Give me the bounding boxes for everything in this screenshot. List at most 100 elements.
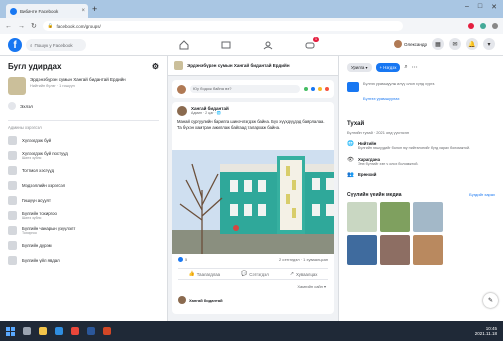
watch-nav-tab[interactable]: [217, 38, 235, 52]
search-icon[interactable]: [23, 327, 31, 335]
media-thumbnail[interactable]: [380, 235, 410, 265]
photo-icon[interactable]: [304, 87, 308, 91]
home-nav-tab[interactable]: [175, 38, 193, 52]
facebook-search-input[interactable]: ⌕ Пошук у Facebook: [26, 39, 86, 51]
like-button[interactable]: 👍 Таалагдлаа: [189, 271, 221, 277]
composer-actions: [304, 87, 329, 91]
public-description: Бүлгийн гишүүдийг болон юу нийтэлснийг б…: [358, 146, 471, 150]
media-thumbnail[interactable]: [347, 235, 377, 265]
search-icon[interactable]: ⌕: [404, 64, 407, 71]
question-icon: [8, 196, 17, 205]
chrome-browser-icon[interactable]: [71, 327, 79, 335]
join-button[interactable]: + Нэгдэх: [375, 62, 401, 72]
media-thumbnail[interactable]: [380, 202, 410, 232]
sidebar-item-label: Хүлээгдэж буй: [22, 138, 52, 143]
settings-gear-icon[interactable]: ⚙: [152, 62, 159, 71]
facebook-favicon-icon: [10, 7, 17, 15]
avatar: [177, 84, 186, 94]
sidebar-item[interactable]: Бүлгийн үйл явдал: [8, 256, 159, 265]
menu-grid-button[interactable]: ▦: [432, 38, 444, 50]
new-tab-button[interactable]: +: [92, 5, 97, 14]
sidebar-title: Бугл удирдах: [8, 62, 62, 71]
edge-browser-icon[interactable]: [55, 327, 63, 335]
post-composer[interactable]: Юу бодож байна вэ?: [172, 80, 334, 98]
minimize-button[interactable]: –: [465, 3, 469, 11]
eye-icon: 👁: [347, 156, 354, 163]
windows-start-icon[interactable]: [6, 326, 15, 336]
maximize-button[interactable]: □: [478, 3, 482, 11]
commenter-name[interactable]: Хангай бидантай: [189, 298, 223, 303]
account-menu-button[interactable]: ▾: [483, 38, 495, 50]
share-button[interactable]: ↗ Хуваалцах: [290, 271, 318, 277]
tab-close-icon[interactable]: ×: [81, 8, 85, 14]
media-thumbnail[interactable]: [413, 202, 443, 232]
close-window-button[interactable]: ✕: [491, 3, 497, 11]
comment-button[interactable]: 💬 Сэтгэгдэл: [241, 271, 269, 277]
media-thumbnail[interactable]: [347, 202, 377, 232]
sidebar-item[interactable]: Гишүүн асуулт: [8, 196, 159, 205]
post-photo[interactable]: [172, 150, 334, 254]
gaming-nav-tab[interactable]: 1: [301, 37, 319, 52]
sidebar-item[interactable]: Мэдээллийн хэрэгсэл: [8, 181, 159, 190]
video-icon: [221, 41, 231, 49]
sidebar-item-home[interactable]: Эхлэл: [8, 102, 159, 110]
sidebar-item-label: Бүлгийн үйл явдал: [22, 258, 60, 263]
sidebar-item[interactable]: Бүлгийн тохиргоо Шинэ зүйлс: [8, 211, 159, 220]
menu-icon[interactable]: [492, 23, 498, 29]
back-arrow-icon[interactable]: ←: [5, 23, 12, 30]
megaphone-icon: [347, 82, 359, 92]
recent-media-grid: [347, 202, 495, 265]
reload-icon[interactable]: ↻: [31, 22, 37, 30]
groups-nav-tab[interactable]: [259, 38, 277, 52]
sidebar-item[interactable]: Бүлгийн чанарын үзүүлэлт Тохиргоо: [8, 226, 159, 235]
promo-link[interactable]: Бүлгээ урамшуулах: [363, 96, 495, 101]
more-options-icon[interactable]: ⋯: [412, 64, 418, 71]
sidebar-item[interactable]: Хүлээгдэж буй: [8, 136, 159, 145]
notifications-button[interactable]: 🔔: [466, 38, 478, 50]
promo-text: Бүлгээ урамшуулж илүү олон хүнд хүргэ.: [363, 82, 436, 86]
invite-button[interactable]: Урилга ▾: [347, 62, 372, 72]
extension-icon[interactable]: [480, 23, 486, 29]
comments-info[interactable]: 2 сэтгэгдэл · 1 хуваалцсан: [279, 257, 328, 262]
thumbs-up-icon: 👍: [188, 271, 195, 277]
sidebar-item[interactable]: Хүлээгдэж буй постууд Шинэ зүйлс: [8, 151, 159, 160]
visible-description: Энэ бүлгийг хэн ч олох боломжтой.: [358, 161, 419, 166]
profile-chip[interactable]: Олександр: [394, 40, 427, 48]
powerpoint-icon[interactable]: [103, 327, 111, 335]
browser-tab-strip: Вибачте Facebook × + – □ ✕: [0, 0, 503, 18]
media-thumbnail[interactable]: [413, 235, 443, 265]
sidebar-item[interactable]: Бүлгийн дүрэм: [8, 241, 159, 250]
messenger-button[interactable]: ✉: [449, 38, 461, 50]
group-name: Эрдэнэбүрэн сумын Хангай бидантай Ердийн: [30, 77, 126, 82]
group-card[interactable]: Эрдэнэбүрэн сумын Хангай бидантай Ердийн…: [8, 77, 159, 95]
sidebar-item[interactable]: Тогтмол хэсгүүд: [8, 166, 159, 175]
post-meta: Админ · 2 цаг · 🌐: [191, 111, 222, 115]
comment-label: Сэтгэгдэл: [249, 271, 269, 277]
group-feed: Эрдэнэбүрэн сумын Хангай бидантай Ердийн…: [168, 56, 338, 321]
about-visible-row: 👁 Харагдана Энэ бүлгийг хэн ч олох болом…: [347, 157, 495, 167]
feeling-icon[interactable]: [318, 87, 322, 91]
comment-sort-dropdown[interactable]: Хамгийн сайн ▾: [297, 284, 326, 289]
file-explorer-icon[interactable]: [39, 327, 47, 335]
composer-input[interactable]: Юу бодож байна вэ?: [190, 85, 300, 93]
word-icon[interactable]: [87, 327, 95, 335]
post-text: Манай сургуулийн барилга шинэчлэгдэж бай…: [177, 119, 325, 130]
home-icon: [8, 102, 16, 110]
tag-icon[interactable]: [311, 87, 315, 91]
new-message-button[interactable]: ✎: [483, 293, 498, 308]
avatar[interactable]: [177, 106, 187, 116]
live-icon[interactable]: [325, 87, 329, 91]
url-field[interactable]: 🔒 facebook.com/groups/: [42, 21, 403, 31]
group-thumbnail: [174, 61, 183, 70]
general-title: Ерөнхий: [358, 172, 377, 177]
browser-tab[interactable]: Вибачте Facebook ×: [6, 4, 88, 18]
extension-icon[interactable]: [468, 23, 474, 29]
sidebar-item-sub: Шинэ зүйлс: [22, 216, 42, 220]
lock-icon: 🔒: [47, 23, 54, 28]
see-all-link[interactable]: Бүгдийг харах: [469, 192, 495, 198]
clock[interactable]: 10:45 2021.11.18: [475, 326, 497, 336]
forward-arrow-icon[interactable]: →: [18, 23, 25, 30]
clock-date: 2021.11.18: [474, 331, 497, 336]
facebook-logo-icon[interactable]: f: [8, 38, 22, 52]
reactions-summary[interactable]: 5: [178, 257, 187, 262]
